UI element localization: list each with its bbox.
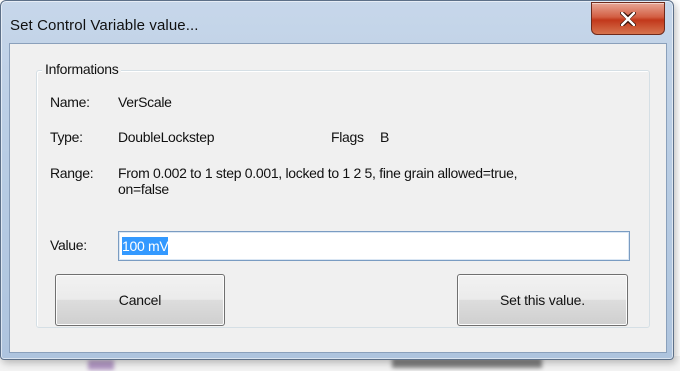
flags-value: B (380, 129, 390, 145)
close-icon (620, 11, 636, 26)
background-item (88, 360, 114, 370)
cancel-button-label: Cancel (118, 292, 162, 308)
type-value: DoubleLockstep (118, 129, 215, 145)
range-value-line1: From 0.002 to 1 step 0.001, locked to 1 … (118, 165, 518, 181)
title-bar[interactable]: Set Control Variable value... (1, 1, 673, 43)
range-value-line2: on=false (118, 181, 169, 197)
set-value-button-label: Set this value. (500, 292, 585, 308)
close-button[interactable] (591, 2, 665, 35)
flags-label: Flags (331, 129, 364, 145)
range-label: Range: (50, 165, 94, 181)
dialog-window: Set Control Variable value... Informatio… (0, 0, 674, 360)
name-label: Name: (50, 94, 90, 110)
dialog-client-area: Informations Name: VerScale Type: Double… (9, 43, 667, 353)
value-input-text: 100 mV (122, 237, 169, 255)
window-title: Set Control Variable value... (10, 17, 199, 34)
group-legend: Informations (42, 61, 122, 77)
type-label: Type: (50, 129, 83, 145)
value-label: Value: (50, 237, 87, 253)
name-value: VerScale (118, 94, 172, 110)
set-value-button[interactable]: Set this value. (457, 274, 628, 326)
value-input[interactable]: 100 mV (118, 231, 630, 261)
cancel-button[interactable]: Cancel (55, 274, 225, 326)
